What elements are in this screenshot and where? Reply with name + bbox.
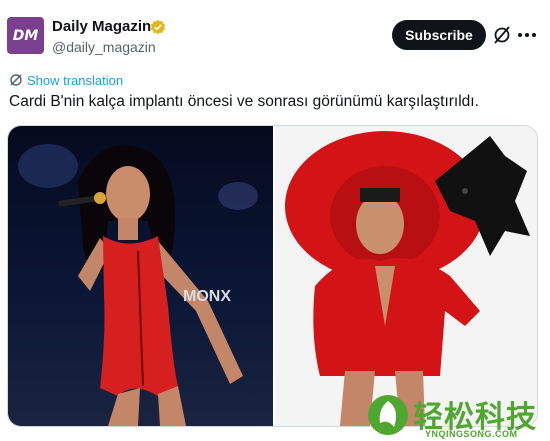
grok-icon[interactable] (492, 25, 512, 45)
tweet-text: Cardi B'nin kalça implantı öncesi ve son… (9, 93, 479, 110)
photo-left[interactable]: MONX (8, 126, 273, 426)
watermark-text-en: YNQINGSONG.COM (425, 429, 518, 439)
subscribe-button[interactable]: Subscribe (392, 20, 486, 50)
watermark-logo-icon (368, 395, 408, 435)
account-avatar[interactable]: DM (7, 17, 44, 54)
show-translation-link[interactable]: Show translation (27, 73, 123, 88)
photo-left-overlay-text: MONX (183, 288, 231, 305)
account-name[interactable]: Daily Magazin (52, 18, 151, 35)
tweet-media[interactable]: MONX (7, 125, 538, 427)
account-handle[interactable]: @daily_magazin (52, 39, 156, 55)
photo-right[interactable] (275, 126, 537, 426)
watermark: 轻松科技 YNQINGSONG.COM (366, 393, 550, 441)
translate-icon (10, 74, 22, 86)
verified-badge-icon (150, 19, 166, 35)
more-icon[interactable] (516, 25, 538, 45)
